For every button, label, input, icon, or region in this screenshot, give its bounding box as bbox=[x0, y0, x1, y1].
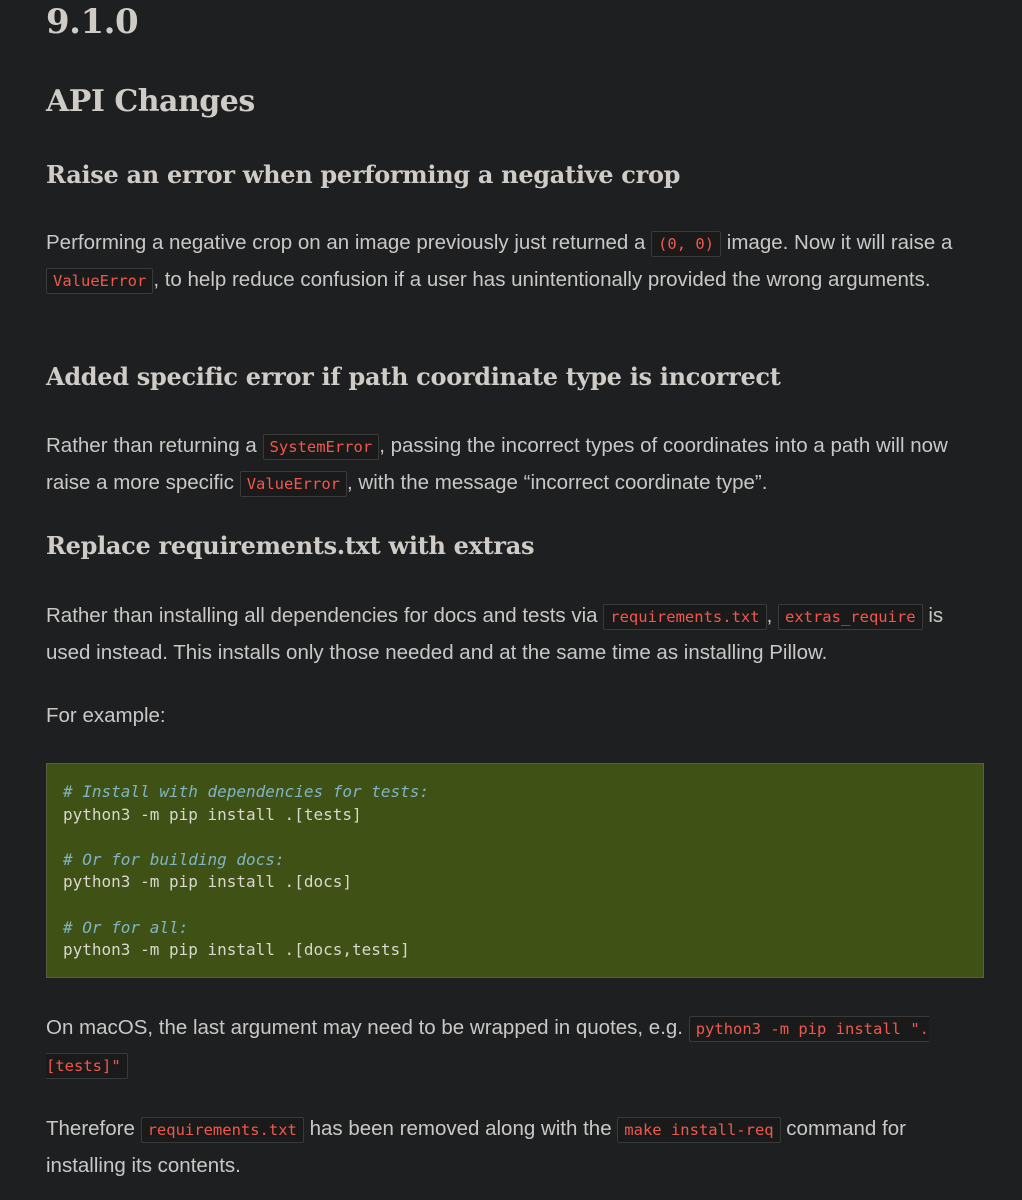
text: Therefore bbox=[46, 1117, 141, 1140]
para-requirements-extras: Rather than installing all dependencies … bbox=[46, 598, 984, 670]
inline-code: extras_require bbox=[777, 604, 923, 630]
para-macos: On macOS, the last argument may need to … bbox=[46, 1010, 984, 1084]
inline-code: ValueError bbox=[239, 471, 348, 497]
inline-code: ValueError bbox=[46, 268, 154, 294]
text: On macOS, the last argument may need to … bbox=[46, 1016, 689, 1039]
inline-code: make install-req bbox=[617, 1117, 781, 1143]
text: Rather than installing all dependencies … bbox=[46, 604, 604, 627]
inline-code: requirements.txt bbox=[603, 604, 767, 630]
text: Rather than returning a bbox=[46, 434, 263, 457]
code-line: python3 -m pip install .[tests] bbox=[63, 804, 362, 824]
para-for-example: For example: bbox=[46, 704, 166, 727]
para-therefore: Therefore requirements.txt has been remo… bbox=[46, 1111, 984, 1183]
heading-negative-crop: Raise an error when performing a negativ… bbox=[46, 160, 681, 189]
text: , to help reduce confusion if a user has… bbox=[153, 268, 931, 291]
heading-path-coordinate: Added specific error if path coordinate … bbox=[46, 362, 781, 391]
inline-code: (0, 0) bbox=[651, 231, 722, 257]
heading-requirements-extras: Replace requirements.txt with extras bbox=[46, 531, 535, 560]
text: , with the message “incorrect coordinate… bbox=[347, 471, 768, 494]
text: has been removed along with the bbox=[303, 1117, 618, 1140]
code-comment: # Or for all: bbox=[63, 917, 189, 937]
document-page: 9.1.0 API Changes Raise an error when pe… bbox=[0, 0, 1022, 1200]
inline-code: requirements.txt bbox=[140, 1117, 304, 1143]
code-line: python3 -m pip install .[docs] bbox=[63, 872, 352, 892]
version-title: 9.1.0 bbox=[46, 2, 139, 42]
text: , bbox=[766, 604, 778, 627]
para-negative-crop: Performing a negative crop on an image p… bbox=[46, 225, 984, 299]
para-path-coordinate: Rather than returning a SystemError, pas… bbox=[46, 428, 984, 502]
text: Performing a negative crop on an image p… bbox=[46, 231, 652, 254]
code-line: python3 -m pip install .[docs,tests] bbox=[63, 940, 410, 960]
text: image. Now it will raise a bbox=[721, 231, 953, 254]
section-title-api-changes: API Changes bbox=[46, 84, 255, 119]
code-comment: # Or for building docs: bbox=[63, 849, 285, 869]
inline-code: SystemError bbox=[262, 434, 380, 460]
code-comment: # Install with dependencies for tests: bbox=[63, 782, 430, 801]
code-block-example: # Install with dependencies for tests: py… bbox=[46, 763, 984, 978]
